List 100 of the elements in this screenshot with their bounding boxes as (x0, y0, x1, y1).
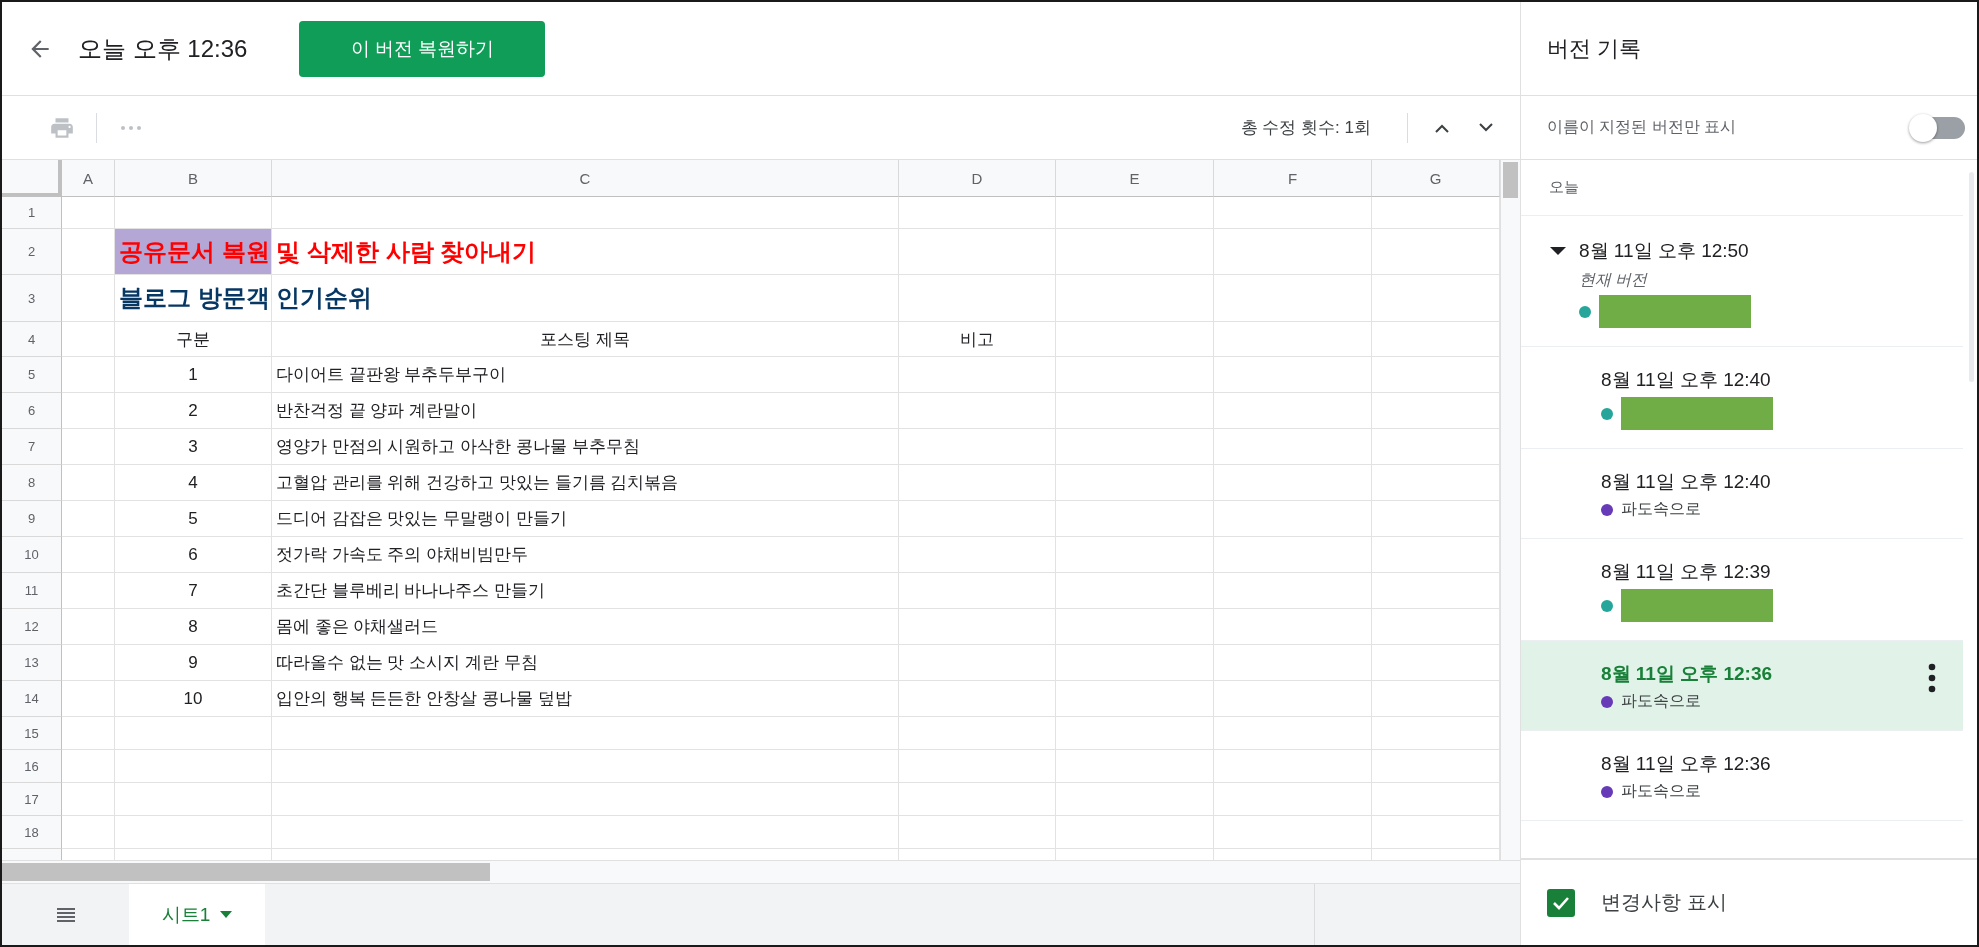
table-cell[interactable] (1214, 681, 1372, 717)
row-header[interactable]: 18 (2, 816, 62, 849)
version-item[interactable]: 8월 11일 오후 12:40 파도속으로 (1521, 449, 1963, 539)
row-header[interactable]: 17 (2, 783, 62, 816)
table-cell[interactable] (1056, 465, 1214, 501)
table-cell[interactable] (1214, 393, 1372, 429)
table-cell[interactable] (62, 429, 115, 465)
table-cell[interactable] (899, 465, 1056, 501)
table-cell[interactable] (1056, 393, 1214, 429)
table-cell[interactable] (62, 537, 115, 573)
table-cell[interactable] (899, 537, 1056, 573)
table-cell[interactable] (62, 197, 115, 229)
table-cell[interactable] (1214, 783, 1372, 816)
row-header[interactable]: 10 (2, 537, 62, 573)
row-header[interactable]: 1 (2, 197, 62, 229)
version-item[interactable]: 8월 11일 오후 12:50 현재 버전 (1521, 216, 1963, 347)
row-header[interactable]: 12 (2, 609, 62, 645)
table-cell[interactable] (1214, 609, 1372, 645)
table-cell[interactable] (899, 501, 1056, 537)
row-header[interactable]: 5 (2, 357, 62, 393)
row-header[interactable]: 9 (2, 501, 62, 537)
table-cell[interactable] (115, 717, 272, 750)
restore-version-button[interactable]: 이 버전 복원하기 (299, 20, 546, 77)
table-cell[interactable] (1056, 750, 1214, 783)
toggle-switch[interactable] (1909, 113, 1965, 142)
select-all-corner[interactable] (2, 160, 62, 197)
table-cell[interactable] (62, 501, 115, 537)
table-cell[interactable] (899, 573, 1056, 609)
table-cell[interactable] (1214, 501, 1372, 537)
row-header[interactable]: 13 (2, 645, 62, 681)
version-item[interactable]: 8월 11일 오후 12:39 (1521, 539, 1963, 641)
version-item[interactable]: 8월 11일 오후 12:36 파도속으로 (1521, 731, 1963, 821)
table-cell[interactable] (62, 609, 115, 645)
table-cell[interactable] (115, 750, 272, 783)
table-cell[interactable] (272, 816, 899, 849)
scrollbar-thumb[interactable] (1503, 162, 1518, 198)
checkbox[interactable] (1547, 888, 1575, 917)
table-cell[interactable] (272, 717, 899, 750)
table-cell[interactable] (1214, 750, 1372, 783)
table-cell[interactable] (1056, 197, 1214, 229)
table-cell[interactable] (1056, 816, 1214, 849)
table-cell[interactable] (62, 681, 115, 717)
table-cell[interactable] (899, 357, 1056, 393)
table-cell[interactable] (62, 275, 115, 322)
column-header[interactable]: C (272, 160, 899, 197)
table-cell[interactable] (62, 783, 115, 816)
row-header[interactable]: 7 (2, 429, 62, 465)
row-header[interactable]: 8 (2, 465, 62, 501)
table-cell[interactable] (1214, 465, 1372, 501)
version-item[interactable]: 8월 11일 오후 12:40 (1521, 347, 1963, 449)
table-cell[interactable] (1056, 681, 1214, 717)
table-cell[interactable] (1056, 645, 1214, 681)
table-cell[interactable] (1056, 783, 1214, 816)
table-cell[interactable] (62, 322, 115, 357)
table-cell[interactable] (1056, 501, 1214, 537)
column-header[interactable]: A (62, 160, 115, 197)
table-cell[interactable] (1214, 322, 1372, 357)
row-header[interactable]: 16 (2, 750, 62, 783)
table-cell[interactable] (1056, 573, 1214, 609)
table-cell[interactable] (62, 465, 115, 501)
sheet-tab[interactable]: 시트1 (129, 884, 265, 945)
table-cell[interactable] (272, 783, 899, 816)
table-cell[interactable] (1214, 645, 1372, 681)
table-cell[interactable] (272, 750, 899, 783)
row-header[interactable]: 4 (2, 322, 62, 357)
table-cell[interactable] (1056, 229, 1214, 275)
table-cell[interactable] (272, 229, 899, 275)
table-cell[interactable] (1056, 717, 1214, 750)
table-cell[interactable] (272, 275, 899, 322)
table-cell[interactable] (62, 357, 115, 393)
table-cell[interactable] (1214, 357, 1372, 393)
table-cell[interactable] (899, 609, 1056, 645)
column-header[interactable]: F (1214, 160, 1372, 197)
table-cell[interactable] (62, 393, 115, 429)
row-header[interactable]: 14 (2, 681, 62, 717)
table-cell[interactable] (899, 717, 1056, 750)
table-cell[interactable] (1214, 573, 1372, 609)
table-cell[interactable] (62, 573, 115, 609)
table-cell[interactable] (1214, 429, 1372, 465)
column-header[interactable]: B (115, 160, 272, 197)
version-item[interactable]: 8월 11일 오후 12:36 파도속으로 (1521, 641, 1963, 731)
table-cell[interactable] (899, 681, 1056, 717)
table-cell[interactable] (899, 816, 1056, 849)
table-cell[interactable] (1214, 537, 1372, 573)
table-cell[interactable] (272, 197, 899, 229)
table-cell[interactable] (899, 275, 1056, 322)
column-header[interactable]: D (899, 160, 1056, 197)
table-cell[interactable] (1056, 609, 1214, 645)
table-cell[interactable] (1056, 357, 1214, 393)
table-cell[interactable] (899, 393, 1056, 429)
row-header[interactable]: 6 (2, 393, 62, 429)
table-cell[interactable] (899, 750, 1056, 783)
table-cell[interactable] (62, 717, 115, 750)
caret-down-icon[interactable] (1549, 246, 1567, 256)
table-cell[interactable] (899, 197, 1056, 229)
table-cell[interactable] (1214, 816, 1372, 849)
table-cell[interactable] (899, 645, 1056, 681)
table-cell[interactable] (115, 816, 272, 849)
scrollbar-thumb[interactable] (2, 863, 490, 881)
table-cell[interactable] (1056, 537, 1214, 573)
